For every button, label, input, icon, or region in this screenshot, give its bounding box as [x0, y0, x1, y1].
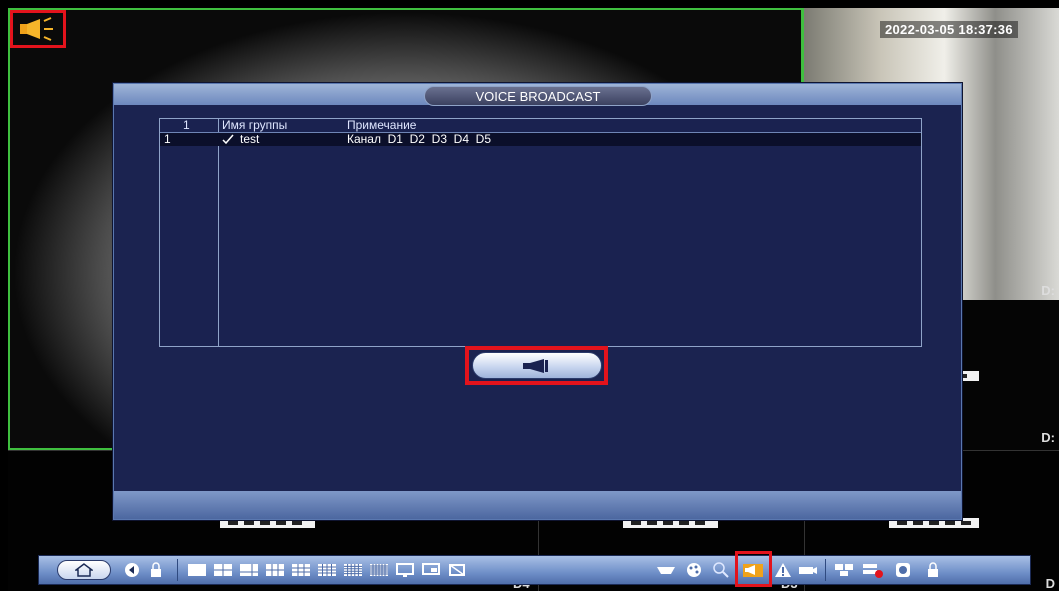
- row-group-name: test: [240, 132, 260, 146]
- view-25-icon: [344, 564, 362, 576]
- lock-icon: [928, 562, 938, 577]
- view-4-icon: [214, 564, 232, 576]
- search-icon: [713, 562, 729, 578]
- home-icon: [75, 563, 93, 577]
- disk-icon: [863, 564, 883, 578]
- checkmark-icon: [222, 134, 234, 145]
- network-icon: [835, 564, 853, 576]
- ptz-button[interactable]: [655, 560, 677, 580]
- alarm-icon: [775, 563, 791, 577]
- channel-label: D: [1045, 576, 1055, 591]
- view-6-icon: [240, 564, 258, 576]
- group-table: 1 Имя группы Примечание 1 test Канал D1 …: [159, 118, 922, 347]
- alarm-button[interactable]: [773, 560, 793, 580]
- timestamp: 2022-03-05 18:37:36: [880, 21, 1018, 38]
- view-1-icon: [188, 564, 206, 576]
- column-header-index[interactable]: 1: [183, 119, 190, 132]
- layout-36-button[interactable]: [369, 560, 389, 580]
- view-16-icon: [318, 564, 336, 576]
- bottom-toolbar: [38, 555, 1031, 585]
- view-9-icon: [292, 564, 310, 576]
- fisheye-icon: [896, 563, 910, 577]
- view-36-icon: [370, 564, 388, 576]
- disk-button[interactable]: [861, 560, 885, 580]
- pip-button[interactable]: [421, 560, 441, 580]
- column-header-note[interactable]: Примечание: [347, 119, 416, 132]
- megaphone-icon: [523, 358, 548, 373]
- sequence-icon: [396, 563, 414, 577]
- layout-6-button[interactable]: [239, 560, 259, 580]
- layout-4-button[interactable]: [213, 560, 233, 580]
- logout-button[interactable]: [923, 560, 943, 580]
- layout-9-button[interactable]: [291, 560, 311, 580]
- voice-broadcast-status-indicator[interactable]: [10, 10, 66, 48]
- ptz-icon: [657, 567, 675, 574]
- pip-icon: [422, 563, 440, 575]
- fisheye-button[interactable]: [893, 560, 913, 580]
- home-button[interactable]: [57, 560, 111, 580]
- dialog-footer-bar: [114, 491, 961, 519]
- lock-screen-button[interactable]: [147, 560, 165, 580]
- highlight-outline: [735, 551, 772, 587]
- lock-icon: [151, 562, 161, 577]
- record-icon: [799, 567, 817, 574]
- channel-label: D:: [1041, 283, 1055, 298]
- column-header-group-name[interactable]: Имя группы: [222, 119, 287, 132]
- megaphone-icon: [20, 17, 53, 41]
- search-button[interactable]: [711, 560, 731, 580]
- color-button[interactable]: [683, 560, 705, 580]
- back-button[interactable]: [123, 560, 141, 580]
- record-button[interactable]: [797, 560, 819, 580]
- layout-1-button[interactable]: [187, 560, 207, 580]
- view-8-icon: [266, 564, 284, 576]
- split-button[interactable]: [447, 560, 467, 580]
- dialog-title: VOICE BROADCAST: [424, 86, 652, 106]
- layout-25-button[interactable]: [343, 560, 363, 580]
- sequence-button[interactable]: [395, 560, 415, 580]
- network-button[interactable]: [833, 560, 855, 580]
- back-icon: [125, 563, 139, 577]
- table-row[interactable]: [160, 133, 921, 146]
- column-divider: [218, 119, 219, 346]
- layout-8-button[interactable]: [265, 560, 285, 580]
- toolbar-separator: [825, 559, 826, 581]
- row-note: Канал D1 D2 D3 D4 D5: [347, 132, 492, 146]
- row-index: 1: [164, 132, 171, 146]
- start-broadcast-button[interactable]: [472, 352, 602, 379]
- voice-broadcast-dialog: VOICE BROADCAST 1 Имя группы Примечание …: [113, 83, 962, 520]
- channel-label: D:: [1041, 430, 1055, 445]
- color-icon: [687, 563, 701, 577]
- row-checkbox[interactable]: [222, 133, 234, 146]
- layout-16-button[interactable]: [317, 560, 337, 580]
- toolbar-separator: [177, 559, 178, 581]
- split-icon: [449, 564, 465, 576]
